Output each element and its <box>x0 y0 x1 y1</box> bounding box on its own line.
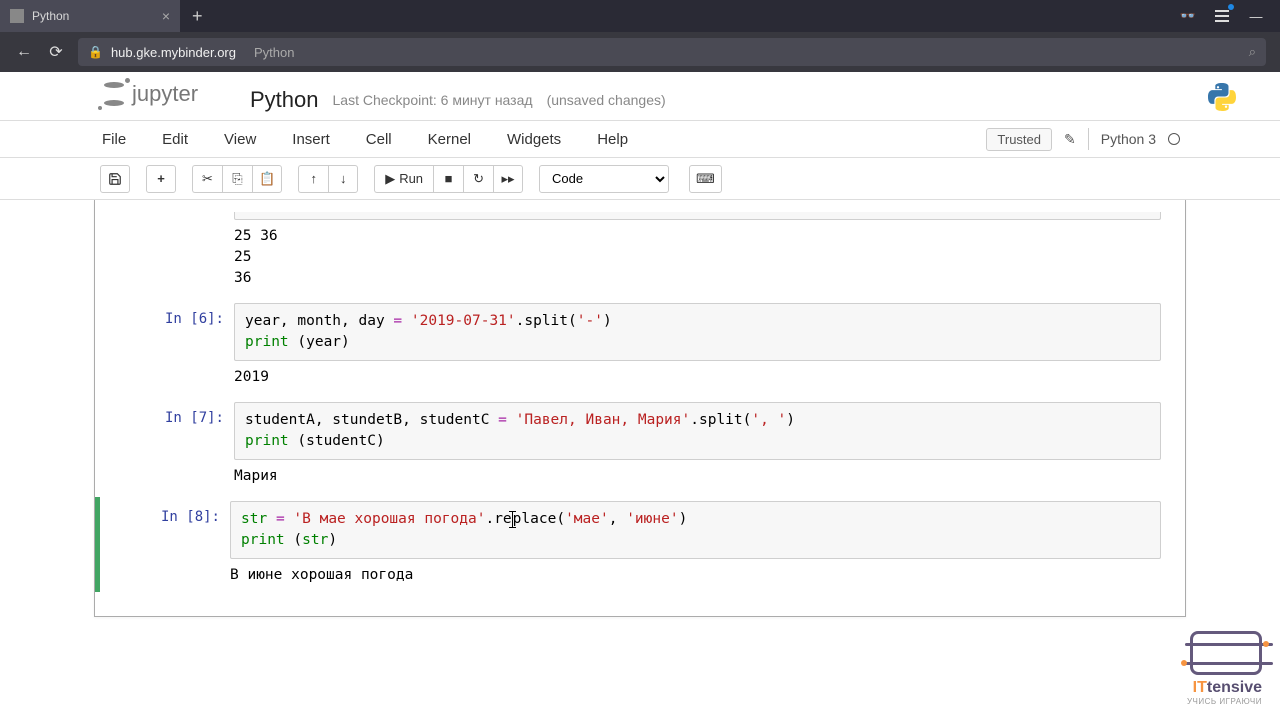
notebook: 25 36 25 36In [6]:year, month, day = '20… <box>94 200 1186 617</box>
menu-view[interactable]: View <box>222 127 258 152</box>
python-logo-icon <box>1206 81 1238 120</box>
notebook-favicon-icon <box>10 9 24 23</box>
browser-url-bar: ← ⟳ 🔒 hub.gke.mybinder.org Python ⌕ <box>0 32 1280 72</box>
cut-button[interactable]: ✂ <box>192 165 222 193</box>
watermark: ITtensive УЧИСЬ ИГРАЮЧИ <box>1187 631 1262 706</box>
cell-output: 25 36 25 36 <box>234 220 1161 291</box>
cell-type-select[interactable]: Code <box>539 165 669 193</box>
paste-button[interactable]: 📋 <box>252 165 282 193</box>
browser-tab-strip: Python × + 👓 — <box>0 0 1280 32</box>
code-cell[interactable]: In [7]:studentA, stundetB, studentC = 'П… <box>99 398 1181 493</box>
menu-help[interactable]: Help <box>595 127 630 152</box>
code-input-partial[interactable] <box>234 212 1161 220</box>
url-field[interactable]: 🔒 hub.gke.mybinder.org Python ⌕ <box>78 38 1266 66</box>
edit-icon[interactable]: ✎ <box>1064 131 1076 148</box>
notebook-header: jupyter Python Last Checkpoint: 6 минут … <box>0 72 1280 120</box>
copy-button[interactable]: ⎘ <box>222 165 252 193</box>
cell-output: Мария <box>234 460 1161 489</box>
run-button[interactable]: ▶ Run <box>374 165 433 193</box>
stop-button[interactable]: ■ <box>433 165 463 193</box>
run-all-button[interactable]: ▸▸ <box>493 165 523 193</box>
kernel-status-icon <box>1168 133 1180 145</box>
restart-button[interactable]: ↻ <box>463 165 493 193</box>
move-up-button[interactable]: ↑ <box>298 165 328 193</box>
minimize-icon[interactable]: — <box>1248 8 1264 24</box>
url-path: Python <box>254 45 294 60</box>
code-input[interactable]: year, month, day = '2019-07-31'.split('-… <box>234 303 1161 361</box>
browser-right-controls: 👓 — <box>1180 8 1280 24</box>
reload-button[interactable]: ⟳ <box>46 42 66 62</box>
trusted-indicator[interactable]: Trusted <box>986 128 1052 151</box>
menu-widgets[interactable]: Widgets <box>505 127 563 152</box>
toolbar: + ✂ ⎘ 📋 ↑ ↓ ▶ Run ■ ↻ ▸▸ Code ⌨ <box>0 158 1280 200</box>
incognito-icon[interactable]: 👓 <box>1180 8 1196 24</box>
code-cell-selected[interactable]: In [8]:str = 'В мае хорошая погода'.repl… <box>95 497 1181 592</box>
menu-cell[interactable]: Cell <box>364 127 394 152</box>
code-input[interactable]: str = 'В мае хорошая погода'.replace('ма… <box>230 501 1161 559</box>
insert-cell-button[interactable]: + <box>146 165 176 193</box>
kernel-name[interactable]: Python 3 <box>1101 131 1156 147</box>
menubar: FileEditViewInsertCellKernelWidgetsHelp … <box>0 120 1280 158</box>
menu-insert[interactable]: Insert <box>290 127 332 152</box>
code-input[interactable]: studentA, stundetB, studentC = 'Павел, И… <box>234 402 1161 460</box>
code-cell[interactable]: In [6]:year, month, day = '2019-07-31'.s… <box>99 299 1181 394</box>
cell-prompt <box>99 212 234 291</box>
watermark-logo-icon <box>1190 631 1262 675</box>
cell-prompt: In [7]: <box>99 402 234 489</box>
close-tab-icon[interactable]: × <box>162 8 170 24</box>
menu-file[interactable]: File <box>100 127 128 152</box>
notebook-title[interactable]: Python <box>250 87 319 113</box>
save-button[interactable] <box>100 165 130 193</box>
checkpoint-text: Last Checkpoint: 6 минут назад <box>333 92 533 108</box>
menu-edit[interactable]: Edit <box>160 127 190 152</box>
cell-prompt: In [8]: <box>100 501 230 588</box>
new-tab-button[interactable]: + <box>180 6 215 27</box>
lock-icon: 🔒 <box>88 45 103 59</box>
menu-kernel[interactable]: Kernel <box>426 127 473 152</box>
back-button[interactable]: ← <box>14 43 34 61</box>
menu-icon[interactable] <box>1214 8 1230 24</box>
cell-prompt: In [6]: <box>99 303 234 390</box>
url-domain: hub.gke.mybinder.org <box>111 45 236 60</box>
command-palette-button[interactable]: ⌨ <box>689 165 722 193</box>
cell-output: 2019 <box>234 361 1161 390</box>
code-cell[interactable]: 25 36 25 36 <box>99 208 1181 295</box>
tab-title: Python <box>32 9 69 23</box>
jupyter-logo-icon <box>100 80 128 108</box>
divider <box>1088 128 1089 150</box>
search-hint-icon[interactable]: ⌕ <box>1249 44 1256 60</box>
unsaved-text: (unsaved changes) <box>547 92 666 108</box>
browser-tab[interactable]: Python × <box>0 0 180 32</box>
notebook-scroll[interactable]: 25 36 25 36In [6]:year, month, day = '20… <box>0 200 1280 720</box>
jupyter-logo[interactable]: jupyter <box>100 76 230 112</box>
cell-output: В июне хорошая погода <box>230 559 1161 588</box>
move-down-button[interactable]: ↓ <box>328 165 358 193</box>
